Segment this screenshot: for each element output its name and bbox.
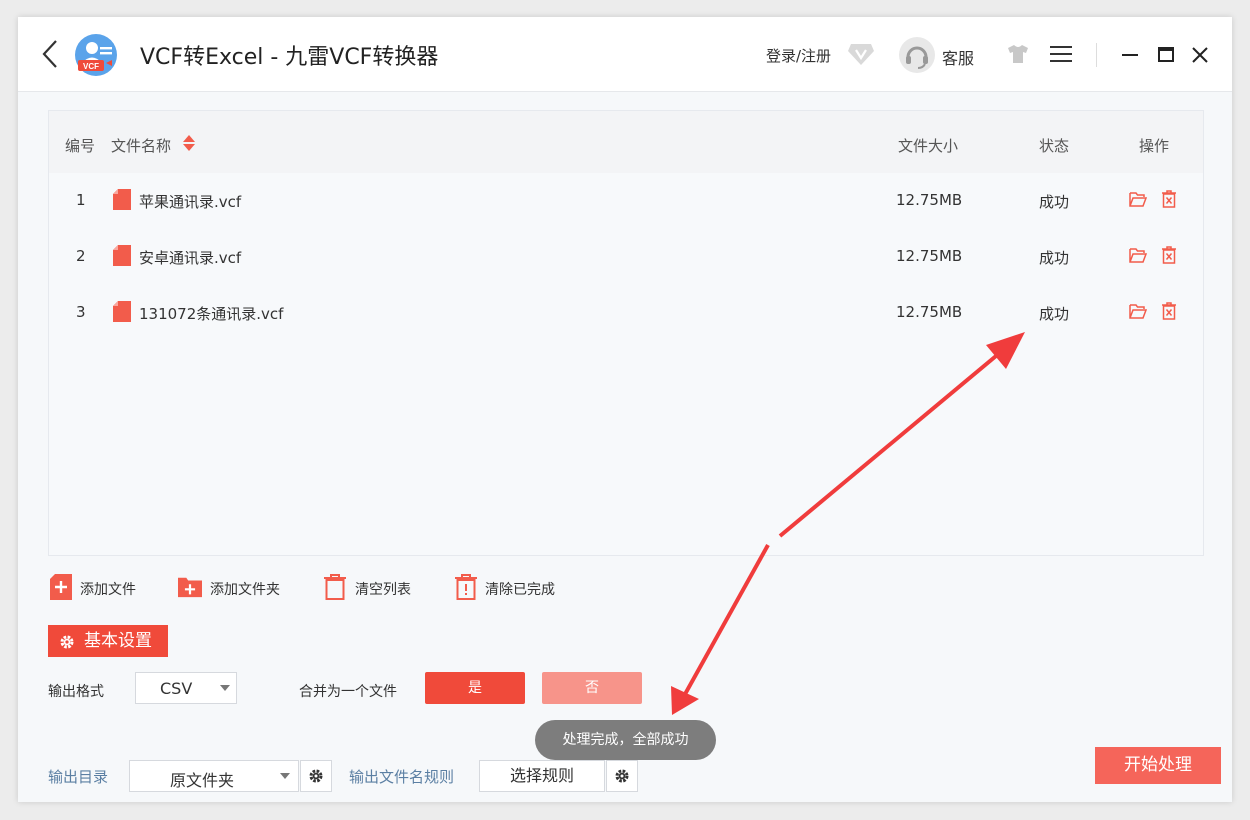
header-size: 文件大小 bbox=[898, 137, 959, 155]
open-folder-icon[interactable] bbox=[1129, 191, 1147, 207]
add-file-button[interactable]: 添加文件 bbox=[50, 574, 145, 600]
clear-completed-label: 清除已完成 bbox=[485, 582, 555, 598]
open-folder-icon[interactable] bbox=[1129, 247, 1147, 263]
merge-file-label: 合并为一个文件 bbox=[299, 684, 397, 700]
row-index: 3 bbox=[76, 303, 86, 321]
row-status: 成功 bbox=[1039, 249, 1070, 267]
vip-diamond-icon[interactable] bbox=[847, 42, 875, 66]
merge-yes-button[interactable]: 是 bbox=[425, 672, 525, 704]
titlebar-divider bbox=[1096, 43, 1097, 67]
gear-icon bbox=[615, 769, 629, 783]
row-size: 12.75MB bbox=[896, 247, 963, 265]
table-row[interactable]: 3 131072条通讯录.vcf 12.75MB 成功 bbox=[49, 285, 1203, 341]
chevron-down-icon bbox=[280, 773, 290, 779]
add-file-icon bbox=[50, 574, 72, 600]
row-size: 12.75MB bbox=[896, 303, 963, 321]
add-folder-label: 添加文件夹 bbox=[210, 582, 280, 598]
clear-list-button[interactable]: 清空列表 bbox=[323, 574, 423, 600]
chevron-down-icon bbox=[220, 685, 230, 691]
row-filename: 苹果通讯录.vcf bbox=[139, 193, 242, 211]
row-status: 成功 bbox=[1039, 193, 1070, 211]
title-bar: VCF VCF转Excel - 九雷VCF转换器 登录/注册 客服 bbox=[18, 17, 1232, 92]
select-rule-button[interactable]: 选择规则 bbox=[479, 760, 605, 792]
header-index: 编号 bbox=[65, 137, 96, 155]
trash-icon bbox=[324, 574, 346, 600]
row-filename: 131072条通讯录.vcf bbox=[139, 305, 284, 323]
minimize-icon[interactable] bbox=[1120, 45, 1140, 65]
app-title: VCF转Excel - 九雷VCF转换器 bbox=[140, 45, 439, 70]
add-folder-icon bbox=[178, 577, 202, 598]
merge-no-button[interactable]: 否 bbox=[542, 672, 642, 704]
file-icon bbox=[113, 189, 131, 210]
table-row[interactable]: 2 安卓通讯录.vcf 12.75MB 成功 bbox=[49, 229, 1203, 285]
output-dir-value: 原文件夹 bbox=[170, 771, 235, 790]
start-processing-button[interactable]: 开始处理 bbox=[1095, 747, 1221, 784]
row-filename: 安卓通讯录.vcf bbox=[139, 249, 242, 267]
row-size: 12.75MB bbox=[896, 191, 963, 209]
output-dir-settings-button[interactable] bbox=[300, 760, 332, 792]
gear-icon bbox=[309, 769, 323, 783]
sort-icon[interactable] bbox=[182, 134, 196, 152]
completion-toast: 处理完成，全部成功 bbox=[535, 720, 716, 760]
filename-rule-settings-button[interactable] bbox=[606, 760, 638, 792]
headset-icon bbox=[906, 46, 928, 69]
output-format-value: CSV bbox=[160, 679, 193, 698]
row-status: 成功 bbox=[1039, 305, 1070, 323]
basic-settings-tab[interactable]: 基本设置 bbox=[48, 625, 168, 657]
header-filename[interactable]: 文件名称 bbox=[111, 135, 171, 156]
file-list-table: 编号 文件名称 文件大小 状态 操作 1 苹果通讯录.vcf 12.75MB 成… bbox=[48, 110, 1204, 556]
back-arrow-icon[interactable] bbox=[40, 39, 60, 69]
row-index: 1 bbox=[76, 191, 86, 209]
customer-service-label[interactable]: 客服 bbox=[942, 45, 974, 69]
output-dir-select[interactable]: 原文件夹 bbox=[129, 760, 299, 792]
app-logo-icon: VCF bbox=[75, 34, 117, 76]
customer-service-avatar[interactable] bbox=[899, 37, 935, 73]
close-icon[interactable] bbox=[1190, 45, 1210, 65]
app-window: VCF VCF转Excel - 九雷VCF转换器 登录/注册 客服 编号 文件名… bbox=[18, 17, 1232, 802]
gear-icon bbox=[60, 635, 74, 649]
add-file-label: 添加文件 bbox=[80, 582, 136, 598]
file-icon bbox=[113, 301, 131, 322]
filename-rule-label: 输出文件名规则 bbox=[349, 768, 455, 786]
output-dir-label: 输出目录 bbox=[48, 768, 109, 786]
table-row[interactable]: 1 苹果通讯录.vcf 12.75MB 成功 bbox=[49, 173, 1203, 229]
trash-completed-icon bbox=[455, 574, 477, 600]
output-format-select[interactable]: CSV bbox=[135, 672, 237, 704]
open-folder-icon[interactable] bbox=[1129, 303, 1147, 319]
delete-icon[interactable] bbox=[1161, 302, 1177, 320]
clear-list-label: 清空列表 bbox=[355, 582, 411, 598]
row-index: 2 bbox=[76, 247, 86, 265]
basic-settings-label: 基本设置 bbox=[84, 631, 152, 651]
file-icon bbox=[113, 245, 131, 266]
maximize-icon[interactable] bbox=[1156, 45, 1176, 65]
skin-tshirt-icon[interactable] bbox=[1007, 44, 1029, 64]
add-folder-button[interactable]: 添加文件夹 bbox=[178, 574, 290, 600]
app-logo-text: VCF bbox=[83, 62, 99, 71]
output-format-label: 输出格式 bbox=[48, 684, 104, 700]
login-register-link[interactable]: 登录/注册 bbox=[766, 45, 831, 66]
clear-completed-button[interactable]: 清除已完成 bbox=[454, 574, 566, 600]
table-header: 编号 文件名称 文件大小 状态 操作 bbox=[49, 111, 1203, 173]
menu-icon[interactable] bbox=[1050, 45, 1072, 63]
delete-icon[interactable] bbox=[1161, 246, 1177, 264]
delete-icon[interactable] bbox=[1161, 190, 1177, 208]
header-status: 状态 bbox=[1039, 137, 1070, 155]
header-actions: 操作 bbox=[1139, 137, 1170, 155]
